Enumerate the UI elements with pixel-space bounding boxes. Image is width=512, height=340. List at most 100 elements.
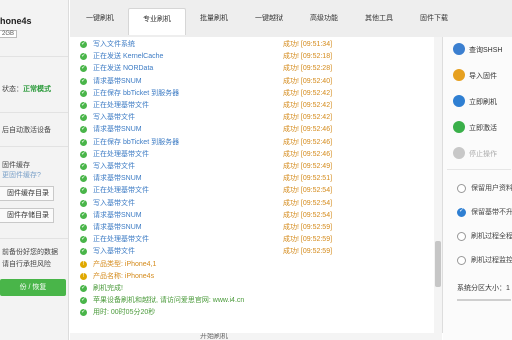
- partition-size-slider[interactable]: [457, 299, 511, 301]
- check-icon: ✓: [80, 248, 87, 256]
- check-icon: ✓: [80, 285, 87, 292]
- warning-icon: !: [80, 272, 87, 280]
- tab-bar: 一键刷机 专业刷机 批量刷机 一键越狱 高级功能 其他工具 固件下载: [70, 0, 512, 37]
- tab-batch-flash[interactable]: 批量刷机: [188, 10, 240, 27]
- check-icon: ✓: [80, 41, 87, 48]
- log-row: ✓ 写入基带文件 成功! [09:52:54]: [80, 198, 332, 209]
- device-info-panel: hone4s 2GB 状态：正常模式 后自动激活设备 固件缓存 更固件缓存? 固…: [0, 0, 69, 340]
- check-icon: ✓: [80, 199, 87, 207]
- log-message: 写入基带文件: [93, 114, 135, 122]
- flash-option[interactable]: 保留基带不升级: [457, 207, 512, 217]
- check-icon: ✓: [80, 89, 87, 97]
- log-message: 请求基带SNUM: [93, 175, 142, 183]
- check-icon: ✓: [80, 53, 87, 61]
- action-panel: 查询SHSH 导入固件立即刷机立即激活停止操作 保留用户资料保留基带不升级刷机过程…: [443, 37, 512, 340]
- log-message: 正在处理基带文件: [93, 187, 149, 195]
- activate-icon: [453, 121, 465, 133]
- log-message: 正在发送 KernelCache: [93, 53, 164, 61]
- log-row: ✓ 用时: 00时05分20秒: [80, 307, 283, 318]
- radio-unchecked-icon[interactable]: [457, 231, 466, 241]
- auto-activate-option[interactable]: 后自动激活设备: [2, 125, 51, 135]
- log-result: 成功! [09:52:18]: [283, 53, 333, 61]
- radio-unchecked-icon[interactable]: [457, 183, 466, 193]
- radio-unchecked-icon[interactable]: [457, 255, 466, 265]
- tab-jailbreak[interactable]: 一键越狱: [243, 10, 295, 27]
- flash-now-button[interactable]: 立即刷机: [445, 91, 511, 111]
- backup-warning-1: 前备份好您的数据: [2, 249, 58, 256]
- tab-advanced[interactable]: 高级功能: [298, 10, 350, 27]
- log-result: 成功! [09:52:49]: [283, 163, 333, 170]
- radio-checked-icon[interactable]: [457, 207, 466, 217]
- log-bottom-bar: 开始刷机: [70, 333, 442, 340]
- device-status-value: 正常模式: [23, 86, 51, 93]
- log-message: 写入基带文件: [93, 163, 135, 170]
- log-row: ✓ 苹果设备刷机和越狱, 请访问爱思官网: www.i4.cn: [80, 295, 283, 306]
- log-result: 成功! [09:52:51]: [283, 175, 333, 183]
- device-status: 状态：正常模式: [2, 84, 51, 94]
- tab-other-tools[interactable]: 其他工具: [353, 10, 405, 27]
- import-firmware-button[interactable]: 导入固件: [445, 65, 511, 85]
- check-icon: ✓: [80, 211, 87, 219]
- check-icon: ✓: [80, 163, 87, 170]
- tab-pro-flash[interactable]: 专业刷机: [128, 8, 186, 35]
- tab-one-click-flash[interactable]: 一键刷机: [74, 10, 126, 27]
- start-flash-label[interactable]: 开始刷机: [200, 333, 228, 340]
- action-label: 停止操作: [469, 151, 497, 158]
- log-row: ✓ 正在保存 bbTicket 到服务器 成功! [09:52:46]: [80, 137, 332, 148]
- flash-option[interactable]: 保留用户资料: [457, 183, 512, 193]
- firmware-storage-dir-button[interactable]: 固件存储目录: [0, 208, 54, 223]
- log-row: ✓ 请求基带SNUM 成功! [09:52:51]: [80, 173, 332, 184]
- flash-option[interactable]: 刷机过程全程监控: [457, 231, 512, 241]
- log-message: 产品类型: iPhone4,1: [93, 260, 157, 268]
- log-message: 苹果设备刷机和越狱, 请访问爱思官网: www.i4.cn: [93, 297, 245, 305]
- log-message: 写入文件系统: [93, 41, 135, 48]
- check-icon: ✓: [80, 65, 87, 73]
- flash-icon: [453, 95, 465, 107]
- warning-icon: !: [80, 260, 87, 268]
- query-shsh-button[interactable]: 查询SHSH: [445, 39, 511, 59]
- action-label: 导入固件: [469, 73, 497, 80]
- action-label: 立即激活: [469, 125, 497, 132]
- firmware-cache-dir-button[interactable]: 固件缓存目录: [0, 186, 54, 201]
- check-icon: ✓: [80, 309, 87, 317]
- check-icon: ✓: [80, 224, 87, 231]
- divider: [447, 169, 511, 170]
- backup-warning-2: 请自行承担风险: [2, 261, 51, 268]
- log-row: ✓ 正在处理基带文件 成功! [09:52:46]: [80, 149, 332, 160]
- log-result: 成功! [09:52:40]: [283, 77, 333, 85]
- log-message: 产品名称: iPhone4s: [93, 272, 155, 280]
- log-scrollbar[interactable]: [434, 37, 442, 333]
- log-result: 成功! [09:52:54]: [283, 211, 333, 219]
- flash-option-label: 保留基带不升级: [471, 209, 512, 216]
- log-row: ✓ 正在处理基带文件 成功! [09:52:54]: [80, 185, 332, 196]
- action-label: 立即刷机: [469, 99, 497, 106]
- log-message: 请求基带SNUM: [93, 211, 142, 219]
- partition-size-label: 系统分区大小：1: [457, 285, 510, 292]
- tab-firmware-download[interactable]: 固件下载: [408, 10, 460, 27]
- log-message: 请求基带SNUM: [93, 126, 142, 134]
- log-result: 成功! [09:52:46]: [283, 126, 333, 134]
- firmware-cache-option[interactable]: 固件缓存: [2, 160, 30, 170]
- log-result: 成功! [09:52:54]: [283, 187, 333, 195]
- log-scrollbar-thumb[interactable]: [435, 241, 441, 287]
- shsh-icon: [453, 43, 465, 55]
- log-row: ✓ 正在保存 bbTicket 到服务器 成功! [09:52:42]: [80, 88, 332, 99]
- flash-option[interactable]: 刷机过程监控日志: [457, 255, 512, 265]
- activate-now-button[interactable]: 立即激活: [445, 117, 511, 137]
- log-result: 成功! [09:52:54]: [283, 199, 333, 207]
- log-result: 成功! [09:52:59]: [283, 224, 333, 231]
- log-result: 成功! [09:52:59]: [283, 236, 333, 244]
- log-message: 写入基带文件: [93, 248, 135, 256]
- flash-option-label: 刷机过程全程监控: [471, 233, 512, 240]
- firmware-cache-help-link[interactable]: 更固件缓存?: [2, 170, 41, 180]
- log-result: 成功! [09:52:59]: [283, 248, 333, 256]
- divider: [0, 56, 68, 57]
- flash-log: ✓ 写入文件系统 成功! [09:51:34] ✓ 正在发送 KernelCache 成功…: [70, 37, 443, 333]
- flash-option-label: 刷机过程监控日志: [471, 257, 512, 264]
- import-icon: [453, 69, 465, 81]
- backup-restore-button[interactable]: 份 / 恢复: [0, 279, 66, 296]
- log-result: 成功! [09:52:42]: [283, 114, 333, 122]
- check-icon: ✓: [80, 114, 87, 122]
- flash-option-label: 保留用户资料: [471, 185, 512, 192]
- log-message: 正在保存 bbTicket 到服务器: [93, 138, 180, 146]
